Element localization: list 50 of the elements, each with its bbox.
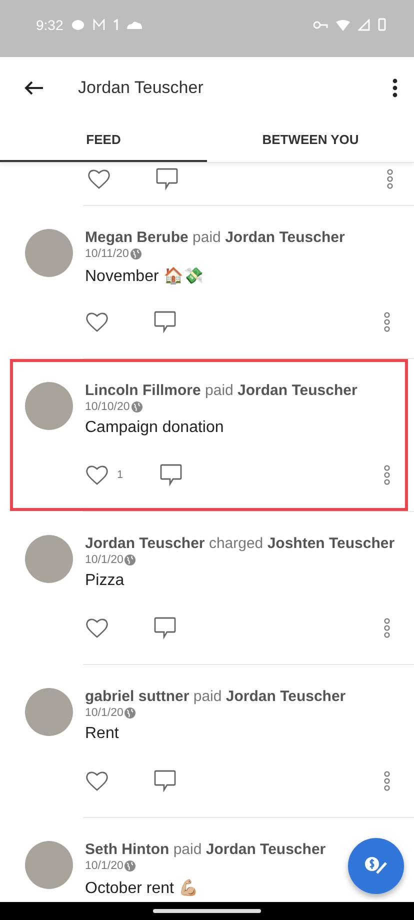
- tab[interactable]: FEED: [0, 118, 207, 162]
- post-title: Seth Hinton paid Jordan Teuscher: [85, 841, 327, 858]
- post-date: 10/10/20: [85, 401, 130, 413]
- post-note: October rent 💪🏼: [85, 878, 200, 898]
- heart-icon[interactable]: [85, 770, 109, 792]
- comment-icon[interactable]: [159, 463, 184, 487]
- post-date: 10/1/20: [85, 554, 124, 566]
- more-icon[interactable]: [386, 168, 394, 190]
- like-count: 1: [117, 469, 124, 481]
- more-icon[interactable]: [383, 617, 391, 639]
- more-icon[interactable]: [383, 770, 391, 792]
- post-title: gabriel suttner paid Jordan Teuscher: [85, 688, 347, 705]
- signal-icon: [358, 18, 370, 30]
- pay-request-button[interactable]: [348, 838, 404, 894]
- post-date: 10/1/20: [85, 860, 124, 872]
- heart-icon[interactable]: [87, 168, 111, 190]
- comment-icon[interactable]: [153, 616, 177, 640]
- back-arrow-icon[interactable]: [24, 80, 44, 96]
- heart-icon[interactable]: [85, 311, 109, 333]
- comment-icon[interactable]: [153, 769, 177, 793]
- globe-icon: [124, 707, 136, 719]
- globe-icon: [124, 860, 136, 872]
- more-icon[interactable]: [383, 311, 391, 333]
- comment-icon[interactable]: [155, 167, 179, 191]
- globe-icon: [130, 248, 142, 260]
- post-title: Jordan Teuscher charged Joshten Teuscher: [85, 535, 396, 552]
- post-title: Lincoln Fillmore paid Jordan Teuscher: [85, 382, 358, 399]
- post-title: Megan Berube paid Jordan Teuscher: [85, 229, 346, 246]
- header-title: Jordan Teuscher: [78, 78, 204, 98]
- heart-icon[interactable]: [85, 464, 109, 486]
- post-note: November 🏠💸: [85, 266, 204, 286]
- wifi-icon: [336, 18, 350, 30]
- globe-icon: [130, 401, 143, 413]
- more-menu-icon[interactable]: [392, 78, 398, 98]
- post-note: Campaign donation: [85, 419, 225, 437]
- cloud-icon: [127, 20, 144, 30]
- mail-icon: [93, 18, 106, 30]
- chat-bubble-icon: [71, 18, 86, 30]
- globe-icon: [124, 554, 136, 566]
- tab[interactable]: BETWEEN YOU: [207, 118, 414, 162]
- post-date: 10/11/20: [85, 248, 129, 260]
- status-time: 9:32: [36, 16, 64, 32]
- key-icon: [313, 20, 328, 30]
- post-note: Rent: [85, 725, 120, 743]
- more-icon[interactable]: [383, 464, 391, 486]
- battery-icon: [378, 18, 386, 31]
- post-note: Pizza: [85, 572, 126, 590]
- comment-icon[interactable]: [153, 310, 177, 334]
- post-date: 10/1/20: [85, 707, 124, 719]
- heart-icon[interactable]: [85, 617, 109, 639]
